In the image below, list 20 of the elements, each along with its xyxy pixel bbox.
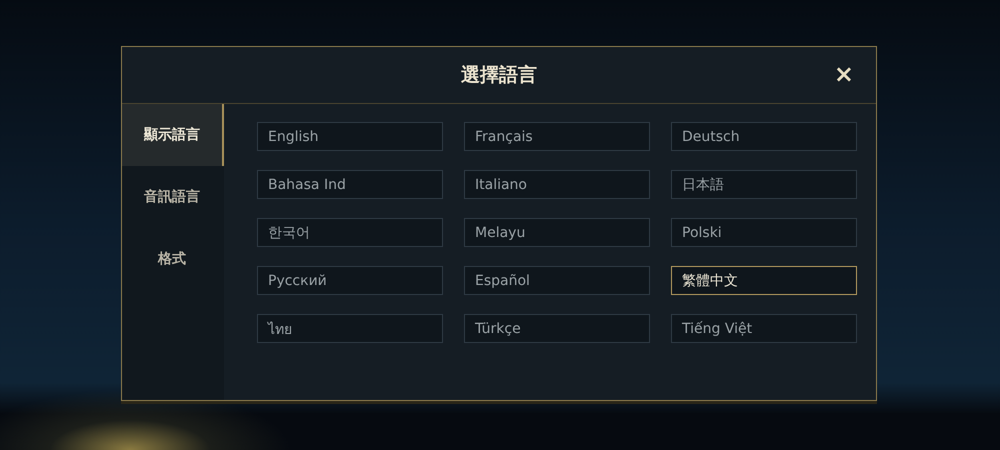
language-option[interactable]: Deutsch bbox=[671, 122, 857, 151]
language-option[interactable]: Polski bbox=[671, 218, 857, 247]
language-option[interactable]: Türkçe bbox=[464, 314, 650, 343]
language-option[interactable]: Русский bbox=[257, 266, 443, 295]
language-option[interactable]: Bahasa Ind bbox=[257, 170, 443, 199]
sidebar-tab[interactable]: 顯示語言 bbox=[122, 104, 224, 166]
language-option[interactable]: Français bbox=[464, 122, 650, 151]
language-option[interactable]: Español bbox=[464, 266, 650, 295]
language-option[interactable]: Italiano bbox=[464, 170, 650, 199]
language-option[interactable]: 繁體中文 bbox=[671, 266, 857, 295]
language-option[interactable]: 日本語 bbox=[671, 170, 857, 199]
language-option[interactable]: Tiếng Việt bbox=[671, 314, 857, 343]
sidebar-tab[interactable]: 音訊語言 bbox=[122, 166, 224, 228]
dialog-title: 選擇語言 bbox=[461, 63, 537, 88]
language-option[interactable]: Melayu bbox=[464, 218, 650, 247]
language-option[interactable]: 한국어 bbox=[257, 218, 443, 247]
language-option[interactable]: English bbox=[257, 122, 443, 151]
close-button[interactable]: × bbox=[830, 61, 858, 87]
language-option[interactable]: ไทย bbox=[257, 314, 443, 343]
sidebar-tab[interactable]: 格式 bbox=[122, 228, 224, 290]
